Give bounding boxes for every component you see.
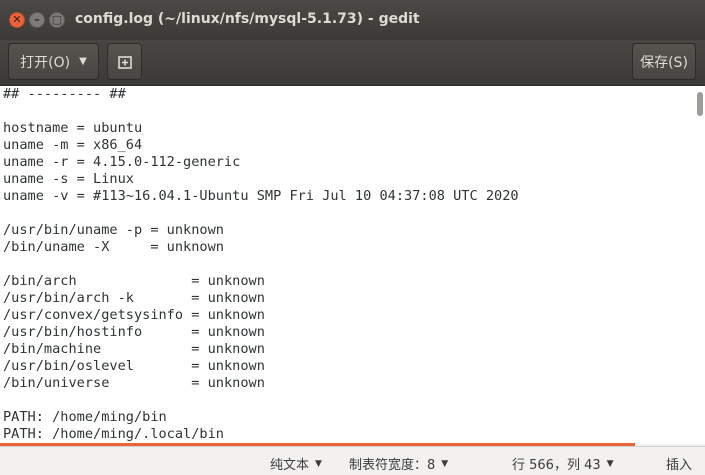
editor-line[interactable]: /bin/universe = unknown	[3, 375, 519, 392]
chevron-down-icon: ▼	[79, 56, 87, 67]
chevron-down-icon: ▼	[315, 458, 322, 469]
editor-lines: ## --------- ## hostname = ubuntu uname -m…	[3, 86, 519, 443]
editor-line[interactable]: /usr/bin/hostinfo = unknown	[3, 324, 519, 341]
minimize-icon: –	[34, 13, 40, 26]
editor-line[interactable]: PATH: /home/ming/bin	[3, 409, 519, 426]
open-button[interactable]: 打开(O) ▼	[8, 43, 99, 80]
editor-line[interactable]: /bin/uname -X = unknown	[3, 239, 519, 256]
chevron-down-icon: ▼	[606, 458, 614, 469]
maximize-icon: ▢	[51, 13, 63, 26]
tab-width-label: 制表符宽度：8	[349, 458, 436, 473]
text-editor[interactable]: ## --------- ## hostname = ubuntu uname -m…	[0, 86, 705, 444]
close-icon: ✕	[12, 13, 22, 26]
close-window-button[interactable]: ✕	[9, 12, 25, 28]
editor-line[interactable]: hostname = ubuntu	[3, 120, 519, 137]
save-button-label: 保存(S)	[640, 54, 688, 71]
editor-line[interactable]: uname -s = Linux	[3, 171, 519, 188]
editor-line[interactable]	[3, 205, 519, 222]
status-bar: 纯文本 ▼ 制表符宽度：8 ▼ 行 566，列 43 ▼ 插入	[0, 446, 705, 475]
cursor-position-selector[interactable]: 行 566，列 43 ▼	[512, 454, 614, 473]
editor-line[interactable]: /usr/bin/uname -p = unknown	[3, 222, 519, 239]
new-document-icon	[117, 55, 132, 69]
insert-mode-label: 插入	[666, 458, 693, 473]
window-title: config.log (~/linux/nfs/mysql-5.1.73) - …	[75, 11, 420, 27]
editor-line[interactable]	[3, 256, 519, 273]
editor-line[interactable]: uname -m = x86_64	[3, 137, 519, 154]
editor-line[interactable]: /bin/machine = unknown	[3, 341, 519, 358]
editor-line[interactable]	[3, 392, 519, 409]
minimize-window-button[interactable]: –	[29, 12, 45, 28]
editor-line[interactable]: /usr/bin/arch -k = unknown	[3, 290, 519, 307]
new-tab-button[interactable]	[107, 43, 142, 80]
insert-mode-indicator[interactable]: 插入	[666, 454, 692, 473]
vertical-scrollbar[interactable]	[697, 92, 703, 116]
editor-line[interactable]: ## --------- ##	[3, 86, 519, 103]
language-selector[interactable]: 纯文本 ▼	[270, 454, 322, 473]
save-button[interactable]: 保存(S)	[632, 43, 696, 80]
editor-line[interactable]: /usr/bin/oslevel = unknown	[3, 358, 519, 375]
editor-line[interactable]: /usr/convex/getsysinfo = unknown	[3, 307, 519, 324]
title-bar[interactable]: ✕ – ▢ config.log (~/linux/nfs/mysql-5.1.…	[0, 0, 705, 40]
maximize-window-button[interactable]: ▢	[49, 12, 65, 28]
open-button-label: 打开(O)	[20, 54, 71, 71]
editor-line[interactable]: PATH: /home/ming/.local/bin	[3, 426, 519, 443]
tab-width-selector[interactable]: 制表符宽度：8 ▼	[349, 454, 448, 473]
editor-line[interactable]	[3, 103, 519, 120]
editor-line[interactable]: uname -r = 4.15.0-112-generic	[3, 154, 519, 171]
header-bar: 打开(O) ▼ 保存(S)	[0, 40, 705, 86]
cursor-position-label: 行 566，列 43	[512, 458, 601, 473]
chevron-down-icon: ▼	[441, 458, 449, 469]
gedit-window: ✕ – ▢ config.log (~/linux/nfs/mysql-5.1.…	[0, 0, 705, 475]
language-label: 纯文本	[270, 458, 310, 473]
editor-line[interactable]: uname -v = #113~16.04.1-Ubuntu SMP Fri J…	[3, 188, 519, 205]
editor-line[interactable]: /bin/arch = unknown	[3, 273, 519, 290]
